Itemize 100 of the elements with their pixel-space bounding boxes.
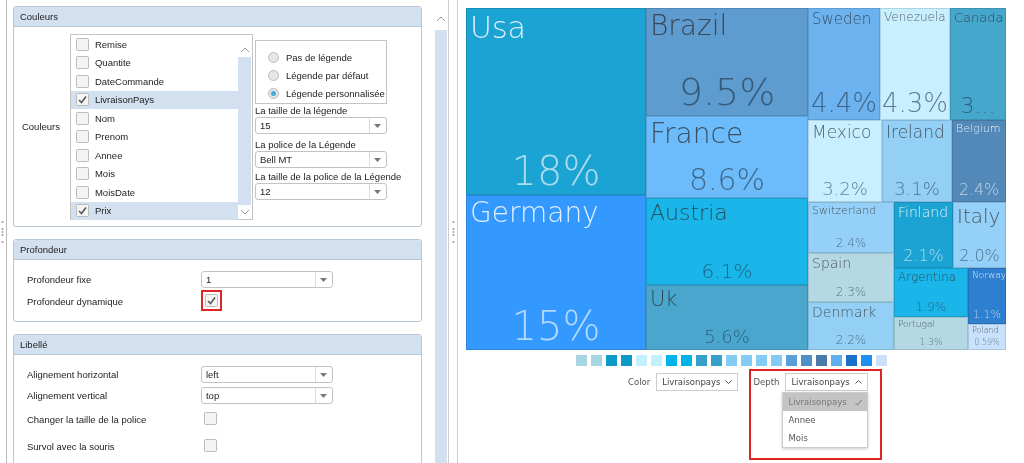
tile-value: 1.9% <box>914 301 948 316</box>
dropdown-select[interactable]: Livraisonpays <box>656 373 739 391</box>
treemap-tile[interactable]: Mexico 3.2% <box>808 120 882 202</box>
treemap-tile[interactable]: Usa 18% <box>466 8 646 195</box>
field-label: Couleurs <box>21 121 61 132</box>
treemap-tile[interactable]: Ireland 3.1% <box>882 120 952 202</box>
caret-icon <box>320 372 328 377</box>
treemap-tile[interactable]: Canada 3... <box>950 8 1006 120</box>
chevron-up-icon[interactable] <box>436 16 447 22</box>
treemap-tile[interactable]: Denmark 2.2% <box>808 302 894 350</box>
tile-name: Canada <box>953 9 1005 26</box>
checkbox[interactable] <box>75 204 89 218</box>
tile-name: France <box>649 117 745 150</box>
list-item-label: MoisDate <box>94 186 136 198</box>
checkbox[interactable] <box>75 111 89 125</box>
scrollbar-thumb[interactable] <box>435 30 448 463</box>
field-label: La taille de la police de la Légende <box>254 171 402 183</box>
checkbox[interactable] <box>203 412 217 425</box>
treemap-tile[interactable]: Norway 1.1% <box>968 268 1006 324</box>
select-field[interactable]: top <box>200 387 333 404</box>
field-label: Profondeur dynamique <box>26 296 125 307</box>
radio-button[interactable] <box>267 87 279 99</box>
scrollbar-thumb[interactable] <box>238 57 252 205</box>
tile-value: 5.6% <box>703 328 751 349</box>
treemap-tile[interactable]: Spain 2.3% <box>808 253 894 302</box>
tile-name: Austria <box>649 199 729 226</box>
treemap-tile[interactable]: Finland 2.1% <box>894 202 953 268</box>
select-field[interactable]: left <box>200 366 333 383</box>
treemap-tile[interactable]: Brazil 9.5% <box>646 8 808 116</box>
list-item-label: LivraisonPays <box>94 94 155 106</box>
list-item-label: Remise <box>94 38 128 50</box>
checkbox[interactable] <box>75 148 89 162</box>
tile-name: Belgium <box>955 121 1002 136</box>
tile-name: Argentina <box>897 269 958 285</box>
treemap-tile[interactable]: France 8.6% <box>646 116 808 198</box>
tile-value: 2.1% <box>902 248 945 267</box>
treemap-tile[interactable]: Argentina 1.9% <box>894 268 968 317</box>
tile-value: 2.4% <box>834 237 868 252</box>
checkbox[interactable] <box>75 185 89 199</box>
checkbox[interactable] <box>75 130 89 144</box>
tile-name: Italy <box>956 203 1002 227</box>
tile-name: Denmark <box>811 303 878 321</box>
select-field[interactable]: 15 <box>254 117 387 134</box>
tile-name: Spain <box>811 254 853 272</box>
caret-icon <box>374 157 382 162</box>
radio-button[interactable] <box>267 51 279 63</box>
section-header: Profondeur <box>13 240 422 260</box>
tile-value: 4.4% <box>809 89 879 119</box>
list-item-label: Nom <box>94 112 115 124</box>
radio-label: Légende par défaut <box>285 69 369 81</box>
section-header: Couleurs <box>13 7 422 27</box>
checkbox[interactable] <box>75 56 89 70</box>
tile-name: Mexico <box>811 121 873 142</box>
dropdown-label: Color <box>628 377 651 387</box>
field-label: Survol avec la souris <box>26 441 116 452</box>
chevron-down-icon <box>725 380 733 384</box>
tile-name: Ireland <box>885 121 946 142</box>
tile-value: 3.2% <box>821 180 869 201</box>
chevron-down-icon[interactable] <box>239 209 250 215</box>
checkbox[interactable] <box>75 93 89 107</box>
treemap-tile[interactable]: Austria 6.1% <box>646 198 808 285</box>
checkbox[interactable] <box>203 439 217 452</box>
checkbox[interactable] <box>75 37 89 51</box>
tile-value: 8.6% <box>687 163 767 197</box>
checkbox[interactable] <box>75 167 89 181</box>
radio-label: Légende personnalisée <box>285 87 385 99</box>
treemap-tile[interactable]: Venezuela 4.3% <box>880 8 950 120</box>
tile-name: Uk <box>649 286 679 312</box>
list-item-label: Annee <box>94 149 123 161</box>
menu-item[interactable]: Annee <box>783 411 868 429</box>
tile-name: Venezuela <box>883 9 947 25</box>
tile-value: 15% <box>510 305 602 349</box>
field-label: La taille de la légende <box>254 105 348 117</box>
tile-name: Norway <box>971 269 1005 281</box>
treemap-tile[interactable]: Sweden 4.4% <box>808 8 880 120</box>
select-field[interactable]: 1 <box>200 271 333 288</box>
chevron-up-icon[interactable] <box>239 47 250 53</box>
tile-value: 4.3% <box>881 89 949 119</box>
select-field[interactable]: Bell MT <box>254 151 387 168</box>
treemap-tile[interactable]: Germany 15% <box>466 195 646 350</box>
select-field[interactable]: 12 <box>254 183 387 200</box>
list-item-label: DateCommande <box>94 75 165 87</box>
treemap-tile[interactable]: Belgium 2.4% <box>952 120 1006 202</box>
section-header: Libellé <box>13 335 422 355</box>
menu-item[interactable]: Mois <box>783 429 868 447</box>
tile-value: 3.1% <box>893 180 941 201</box>
tile-name: Germany <box>469 196 600 229</box>
checkbox[interactable] <box>75 74 89 88</box>
menu-item[interactable]: Livraisonpays <box>783 393 868 411</box>
treemap-tile[interactable]: Switzerland 2.4% <box>808 202 894 253</box>
tile-name: Switzerland <box>811 203 878 218</box>
list-item-label: Prix <box>94 205 112 217</box>
field-label: Alignement horizontal <box>26 369 120 380</box>
treemap-tile[interactable]: Italy 2.0% <box>953 202 1006 268</box>
treemap-tile[interactable]: Poland 0.59% <box>968 324 1006 350</box>
treemap-tile[interactable]: Uk 5.6% <box>646 285 808 350</box>
radio-button[interactable] <box>267 69 279 81</box>
dropdown-select[interactable]: Livraisonpays <box>785 373 868 391</box>
tile-name: Poland <box>971 325 1000 336</box>
treemap-tile[interactable]: Portugal 1.3% <box>894 317 968 350</box>
